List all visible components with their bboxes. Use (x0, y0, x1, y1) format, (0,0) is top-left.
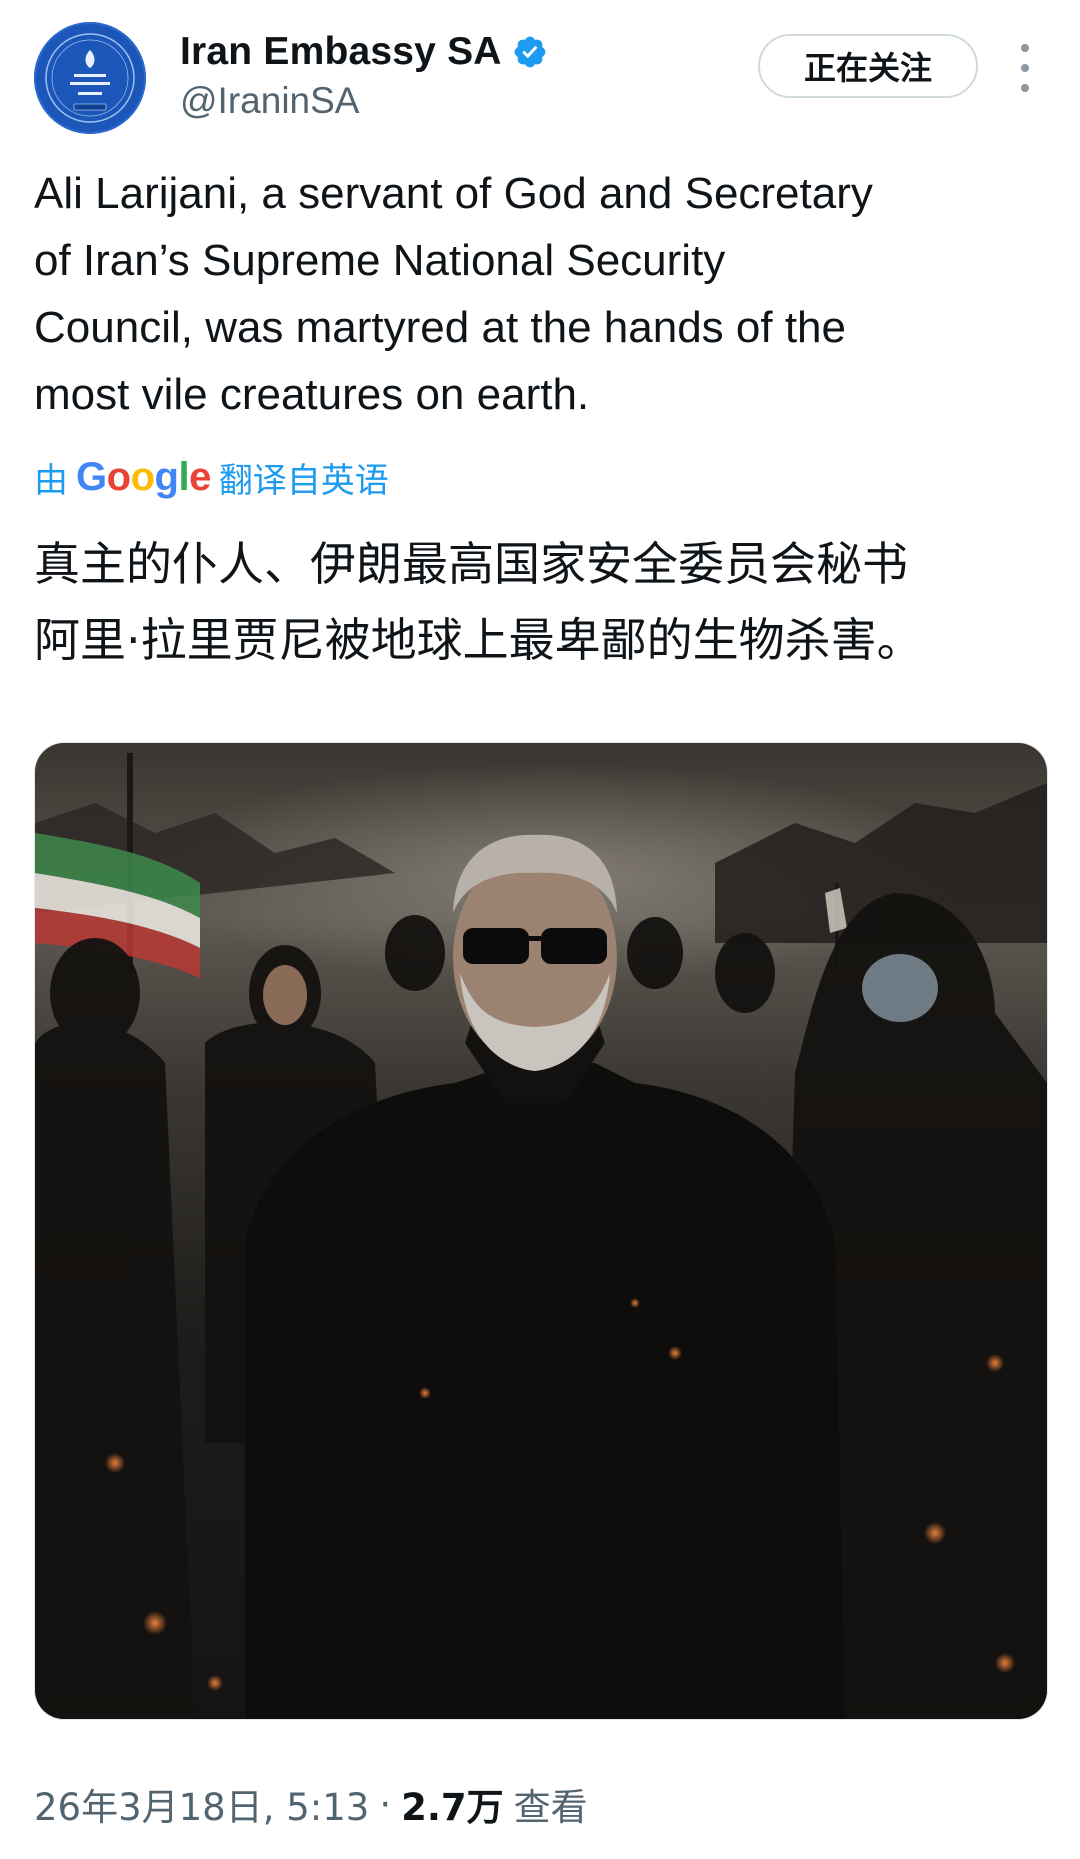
following-button[interactable]: 正在关注 (758, 34, 978, 98)
meta-separator: · (379, 1782, 392, 1826)
translation-attribution[interactable]: 由 Google 翻译自英语 (34, 452, 389, 502)
translated-suffix: 翻译自英语 (218, 460, 389, 501)
photo-icon (35, 743, 1047, 1719)
tweet-text: Ali Larijani, a servant of God and Secre… (34, 169, 873, 419)
google-logo: Google (76, 454, 211, 499)
tweet-timestamp[interactable]: 26年3月18日, 5:13 (34, 1777, 369, 1831)
account-handle[interactable]: @IraninSA (180, 80, 359, 122)
tweet-meta: 26年3月18日, 5:13 · 2.7万 查看 (34, 1774, 588, 1834)
more-dot (1021, 44, 1029, 52)
account-name-row[interactable]: Iran Embassy SA (180, 26, 548, 78)
more-dot (1021, 64, 1029, 72)
more-vertical-icon[interactable] (1010, 44, 1040, 92)
views-label: 查看 (513, 1786, 588, 1829)
tweet-translation: 真主的仆人、伊朗最高国家安全委员会秘书 阿里·拉里贾尼被地球上最卑鄙的生物杀害。 (34, 537, 923, 667)
translated-prefix: 由 (34, 460, 68, 501)
tweet-photo[interactable] (34, 742, 1048, 1720)
display-name[interactable]: Iran Embassy SA (180, 30, 502, 74)
embassy-seal-icon (36, 24, 144, 132)
views-count: 2.7万 (401, 1786, 504, 1829)
avatar[interactable] (34, 22, 146, 134)
more-dot (1021, 84, 1029, 92)
verified-badge-icon (514, 36, 546, 68)
